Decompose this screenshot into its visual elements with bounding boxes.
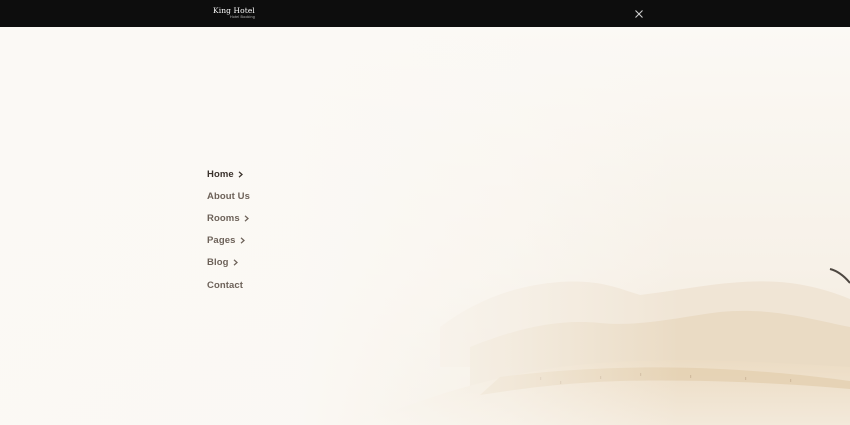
chevron-right-icon [238, 170, 243, 178]
menu-item-label: Home [207, 168, 234, 180]
logo-tagline: Hotel Booking [229, 15, 255, 19]
menu-item-label: About Us [207, 190, 251, 202]
menu-item-contact[interactable]: Contact [207, 274, 250, 296]
menu-item-label: Blog [207, 257, 229, 269]
close-menu-button[interactable] [633, 8, 645, 20]
chevron-right-icon [244, 215, 249, 222]
menu-item-blog[interactable]: Blog [207, 252, 250, 274]
menu-item-home[interactable]: Home [207, 163, 250, 185]
chevron-right-icon [233, 259, 238, 267]
menu-item-label: Contact [207, 279, 244, 291]
top-navbar: King Hotel Hotel Booking [0, 0, 850, 27]
menu-item-label: Rooms [207, 212, 240, 224]
menu-item-about-us[interactable]: About Us [207, 185, 250, 207]
menu-item-rooms[interactable]: Rooms [207, 207, 250, 229]
menu-item-pages[interactable]: Pages [207, 230, 250, 252]
hero-background [0, 27, 850, 425]
main-menu: Home About Us Rooms Pages Blog Contact [207, 163, 250, 296]
chevron-right-icon [240, 237, 245, 244]
logo[interactable]: King Hotel Hotel Booking [213, 6, 255, 20]
logo-name: King Hotel [213, 6, 255, 15]
menu-item-label: Pages [207, 235, 236, 247]
close-icon [635, 10, 643, 18]
hero-overlay [0, 27, 850, 425]
